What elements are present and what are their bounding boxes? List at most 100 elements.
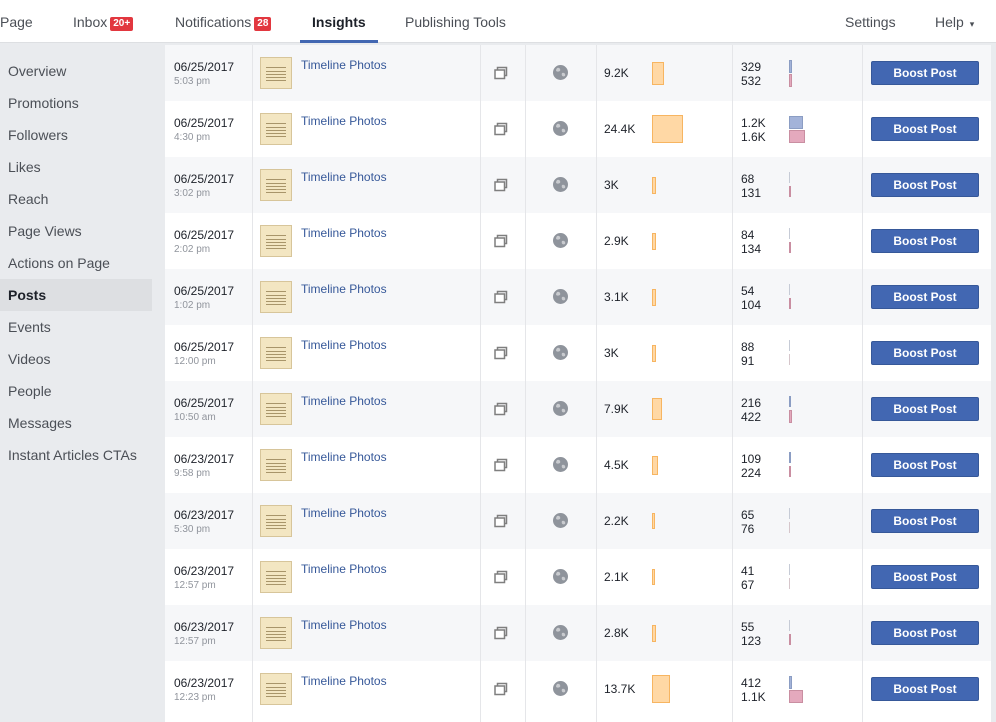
engagement-value-1: 88 xyxy=(741,340,755,354)
sidebar-item-posts[interactable]: Posts xyxy=(0,279,152,311)
post-time: 4:30 pm xyxy=(174,132,211,143)
nav-publishing-tools[interactable]: Publishing Tools xyxy=(405,0,506,42)
engagement-bar-1 xyxy=(789,452,791,463)
sidebar-item-followers[interactable]: Followers xyxy=(0,119,152,151)
sidebar-item-promotions[interactable]: Promotions xyxy=(0,87,152,119)
boost-post-button[interactable]: Boost Post xyxy=(871,341,979,365)
post-thumbnail[interactable] xyxy=(260,281,292,313)
boost-post-button[interactable]: Boost Post xyxy=(871,677,979,701)
post-thumbnail[interactable] xyxy=(260,393,292,425)
nav-page[interactable]: Page xyxy=(0,0,33,42)
nav-inbox[interactable]: Inbox 20+ xyxy=(73,0,134,42)
sidebar-item-actions-on-page[interactable]: Actions on Page xyxy=(0,247,152,279)
nav-inbox-label: Inbox xyxy=(73,14,108,30)
table-row: 06/25/2017 12:00 pm Timeline Photos 3K 88 91 B… xyxy=(165,325,991,381)
post-title-link[interactable]: Timeline Photos xyxy=(301,562,387,576)
boost-post-button[interactable]: Boost Post xyxy=(871,117,979,141)
sidebar-item-reach[interactable]: Reach xyxy=(0,183,152,215)
engagement-bar-1 xyxy=(789,284,790,295)
sidebar-item-likes[interactable]: Likes xyxy=(0,151,152,183)
top-navigation: Page Inbox 20+ Notifications 28 Insights P… xyxy=(0,0,996,43)
post-thumbnail[interactable] xyxy=(260,561,292,593)
post-reach-value: 2.9K xyxy=(604,234,629,248)
boost-post-button[interactable]: Boost Post xyxy=(871,229,979,253)
engagement-bar-1 xyxy=(789,396,791,407)
globe-icon xyxy=(553,121,568,136)
post-thumbnail[interactable] xyxy=(260,617,292,649)
reach-bar xyxy=(652,675,670,703)
post-title-link[interactable]: Timeline Photos xyxy=(301,674,387,688)
post-thumbnail[interactable] xyxy=(260,169,292,201)
globe-icon xyxy=(553,513,568,528)
boost-post-button[interactable]: Boost Post xyxy=(871,397,979,421)
boost-post-button[interactable]: Boost Post xyxy=(871,61,979,85)
engagement-bar-1 xyxy=(789,60,792,73)
post-thumbnail[interactable] xyxy=(260,337,292,369)
post-thumbnail[interactable] xyxy=(260,449,292,481)
engagement-value-2: 131 xyxy=(741,186,762,200)
multi-photo-icon xyxy=(494,122,508,136)
post-title-link[interactable]: Timeline Photos xyxy=(301,58,387,72)
nav-notifications[interactable]: Notifications 28 xyxy=(175,0,272,42)
post-reach-value: 2.1K xyxy=(604,570,629,584)
globe-icon xyxy=(553,233,568,248)
reach-bar xyxy=(652,177,656,194)
engagement-bar-1 xyxy=(789,340,790,351)
globe-icon xyxy=(553,457,568,472)
nav-insights-label: Insights xyxy=(312,14,366,30)
post-thumbnail[interactable] xyxy=(260,225,292,257)
sidebar-item-instant-articles-ctas[interactable]: Instant Articles CTAs xyxy=(0,439,152,471)
post-title-link[interactable]: Timeline Photos xyxy=(301,338,387,352)
post-reach-value: 3.1K xyxy=(604,290,629,304)
reach-bar xyxy=(652,115,683,143)
engagement-bar-2 xyxy=(789,410,792,423)
nav-help[interactable]: Help ▾ xyxy=(935,0,974,42)
post-thumbnail[interactable] xyxy=(260,505,292,537)
sidebar-item-people[interactable]: People xyxy=(0,375,152,407)
column-divider xyxy=(480,45,481,722)
post-title-link[interactable]: Timeline Photos xyxy=(301,618,387,632)
sidebar-item-overview[interactable]: Overview xyxy=(0,55,152,87)
reach-bar xyxy=(652,398,662,420)
sidebar-item-messages[interactable]: Messages xyxy=(0,407,152,439)
post-thumbnail[interactable] xyxy=(260,113,292,145)
post-title-link[interactable]: Timeline Photos xyxy=(301,170,387,184)
table-row: 06/25/2017 5:03 pm Timeline Photos 9.2K 329 5… xyxy=(165,45,991,101)
multi-photo-icon xyxy=(494,458,508,472)
post-title-link[interactable]: Timeline Photos xyxy=(301,450,387,464)
post-reach-value: 24.4K xyxy=(604,122,636,136)
boost-post-button[interactable]: Boost Post xyxy=(871,621,979,645)
sidebar: Overview Promotions Followers Likes Reac… xyxy=(0,43,158,722)
post-thumbnail[interactable] xyxy=(260,673,292,705)
post-title-link[interactable]: Timeline Photos xyxy=(301,282,387,296)
globe-icon xyxy=(553,65,568,80)
boost-post-button[interactable]: Boost Post xyxy=(871,509,979,533)
sidebar-item-events[interactable]: Events xyxy=(0,311,152,343)
post-title-link[interactable]: Timeline Photos xyxy=(301,226,387,240)
post-title-link[interactable]: Timeline Photos xyxy=(301,394,387,408)
engagement-bar-1 xyxy=(789,564,790,575)
globe-icon xyxy=(553,345,568,360)
engagement-bar-2 xyxy=(789,242,791,253)
post-title-link[interactable]: Timeline Photos xyxy=(301,506,387,520)
post-date: 06/23/2017 xyxy=(174,620,235,634)
boost-post-button[interactable]: Boost Post xyxy=(871,453,979,477)
post-title-link[interactable]: Timeline Photos xyxy=(301,114,387,128)
nav-insights[interactable]: Insights xyxy=(312,0,366,42)
inbox-badge: 20+ xyxy=(110,17,134,31)
engagement-bar-1 xyxy=(789,620,790,631)
boost-post-button[interactable]: Boost Post xyxy=(871,565,979,589)
sidebar-item-videos[interactable]: Videos xyxy=(0,343,152,375)
post-thumbnail[interactable] xyxy=(260,57,292,89)
engagement-value-1: 41 xyxy=(741,564,755,578)
table-row: 06/23/2017 9:58 pm Timeline Photos 4.5K 109 2… xyxy=(165,437,991,493)
sidebar-item-page-views[interactable]: Page Views xyxy=(0,215,152,247)
nav-settings[interactable]: Settings xyxy=(845,0,896,42)
table-row: 06/25/2017 1:02 pm Timeline Photos 3.1K 54 10… xyxy=(165,269,991,325)
boost-post-button[interactable]: Boost Post xyxy=(871,285,979,309)
engagement-bar-2 xyxy=(789,522,790,533)
engagement-value-2: 1.6K xyxy=(741,130,766,144)
engagement-bar-1 xyxy=(789,508,790,519)
engagement-value-2: 104 xyxy=(741,298,762,312)
boost-post-button[interactable]: Boost Post xyxy=(871,173,979,197)
